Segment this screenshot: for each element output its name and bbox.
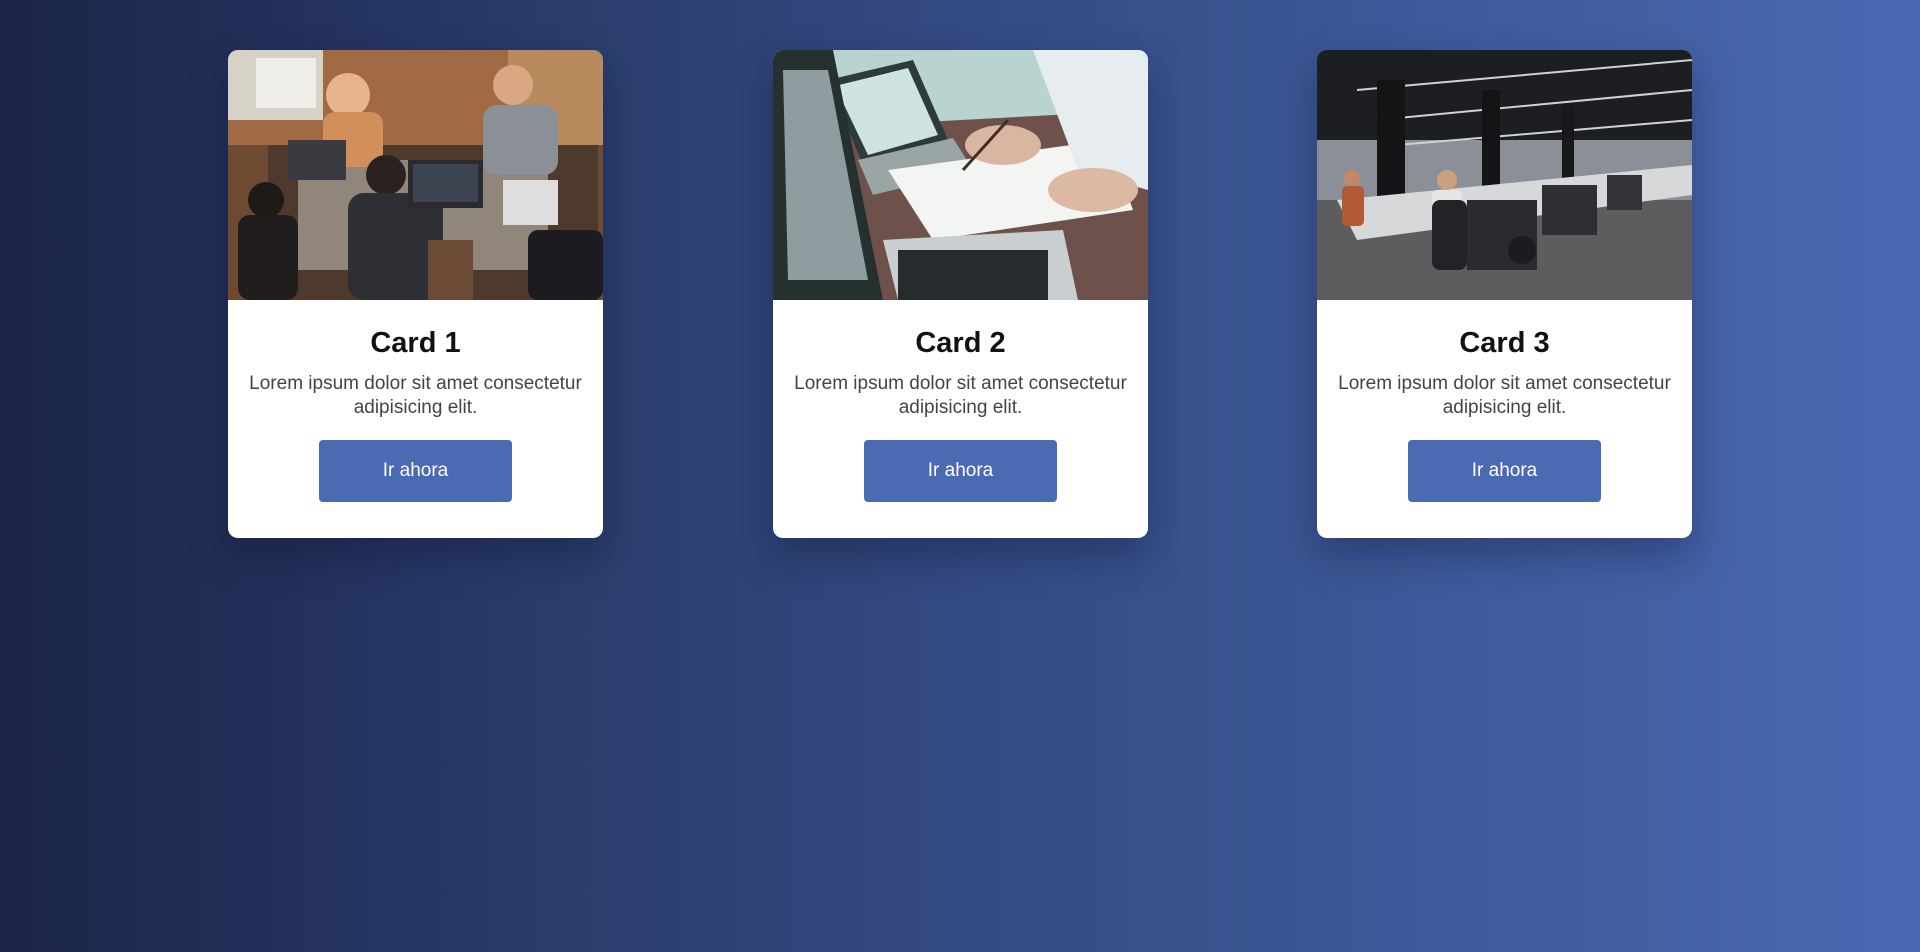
card-3-image	[1317, 50, 1692, 300]
card-2-text: Lorem ipsum dolor sit amet consectetur a…	[794, 373, 1127, 418]
card-1-title: Card 1	[370, 327, 461, 359]
card-3-title: Card 3	[1459, 327, 1550, 359]
card-2-button[interactable]: Ir ahora	[864, 440, 1057, 502]
card-3: Card 3 Lorem ipsum dolor sit amet consec…	[1317, 50, 1692, 538]
page: { "colors": { "background_start": "#1b25…	[0, 0, 1920, 952]
card-1-button[interactable]: Ir ahora	[319, 440, 512, 502]
card-3-text: Lorem ipsum dolor sit amet consectetur a…	[1338, 373, 1671, 418]
card-grid: Card 1 Lorem ipsum dolor sit amet consec…	[0, 50, 1920, 540]
card-2-title: Card 2	[915, 327, 1006, 359]
card-2-image	[773, 50, 1148, 300]
card-3-button[interactable]: Ir ahora	[1408, 440, 1601, 502]
card-1-text: Lorem ipsum dolor sit amet consectetur a…	[249, 373, 582, 418]
card-1-image	[228, 50, 603, 300]
card-1: Card 1 Lorem ipsum dolor sit amet consec…	[228, 50, 603, 538]
card-2: Card 2 Lorem ipsum dolor sit amet consec…	[773, 50, 1148, 538]
